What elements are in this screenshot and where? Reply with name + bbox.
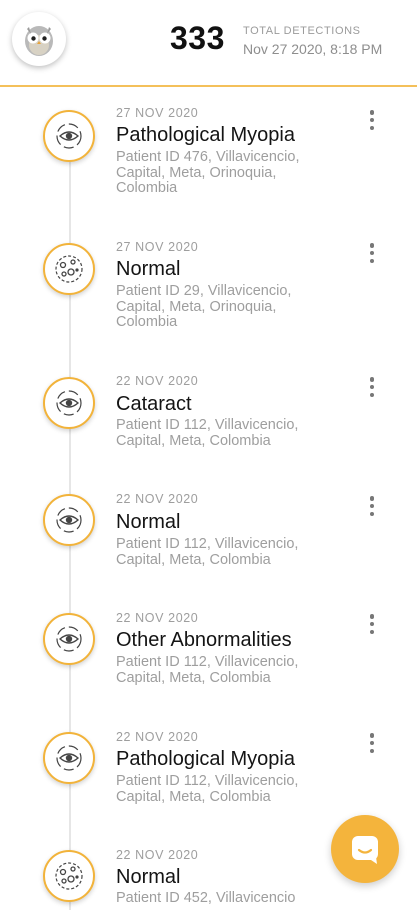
fundus-icon	[43, 243, 95, 295]
detection-date: 27 NOV 2020	[116, 240, 199, 254]
detection-list: 27 NOV 2020 Pathological Myopia Patient …	[0, 0, 417, 906]
detection-location: Patient ID 112, Villavicencio, Capital, …	[116, 417, 299, 449]
detection-location: Patient ID 112, Villavicencio, Capital, …	[116, 536, 299, 568]
eye-scan-icon	[43, 377, 95, 429]
detection-title: Pathological Myopia	[116, 748, 295, 770]
detection-title: Cataract	[116, 393, 192, 415]
more-options-icon[interactable]	[362, 241, 382, 265]
more-options-icon[interactable]	[362, 375, 382, 399]
detection-date: 22 NOV 2020	[116, 492, 199, 506]
more-options-icon[interactable]	[362, 494, 382, 518]
detection-location: Patient ID 476, Villavicencio, Capital, …	[116, 149, 300, 196]
chat-button[interactable]	[331, 815, 399, 883]
more-options-icon[interactable]	[362, 731, 382, 755]
detection-title: Pathological Myopia	[116, 124, 295, 146]
eye-scan-icon	[43, 110, 95, 162]
detection-title: Normal	[116, 866, 181, 888]
fundus-icon	[43, 850, 95, 902]
detection-title: Normal	[116, 258, 181, 280]
detection-location: Patient ID 29, Villavicencio, Capital, M…	[116, 283, 292, 330]
eye-scan-icon	[43, 613, 95, 665]
detection-date: 22 NOV 2020	[116, 730, 199, 744]
more-options-icon[interactable]	[362, 108, 382, 132]
detection-title: Normal	[116, 511, 181, 533]
chat-icon	[352, 836, 378, 864]
detection-location: Patient ID 112, Villavicencio, Capital, …	[116, 773, 299, 805]
detection-location: Patient ID 112, Villavicencio, Capital, …	[116, 654, 299, 686]
eye-scan-icon	[43, 494, 95, 546]
detection-date: 22 NOV 2020	[116, 611, 199, 625]
detection-location: Patient ID 452, Villavicencio	[116, 890, 296, 906]
detection-date: 27 NOV 2020	[116, 106, 199, 120]
detection-date: 22 NOV 2020	[116, 374, 199, 388]
more-options-icon[interactable]	[362, 612, 382, 636]
detection-title: Other Abnormalities	[116, 629, 292, 651]
eye-scan-icon	[43, 732, 95, 784]
detection-date: 22 NOV 2020	[116, 848, 199, 862]
